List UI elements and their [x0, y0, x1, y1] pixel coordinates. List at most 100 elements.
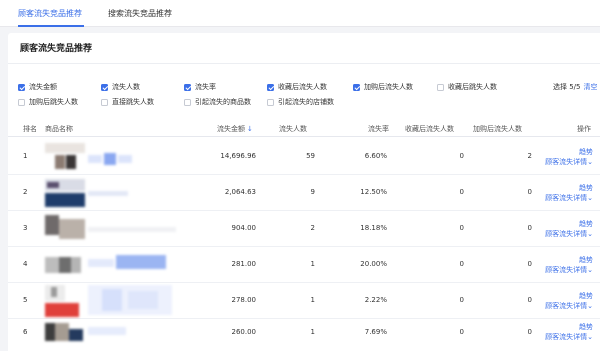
tab-bar: 顾客流失竞品推荐 搜索流失竞品推荐 — [0, 0, 600, 27]
cart-churn-cell: 0 — [527, 224, 532, 232]
trend-link[interactable]: 趋势 — [579, 255, 593, 265]
row-divider — [8, 318, 600, 319]
active-tab-indicator — [18, 25, 84, 27]
cart-churn-cell: 0 — [527, 260, 532, 268]
amount-cell: 2,064.63 — [224, 188, 256, 196]
churn-card: 顾客流失竞品推荐 流失金额 流失人数 流失率 收藏后流失人数 加购后流失人数 收… — [8, 33, 600, 351]
metric-label: 引起流失的店铺数 — [278, 98, 334, 106]
metric-label: 流失人数 — [112, 83, 140, 91]
churn-detail-dropdown[interactable]: 顾客流失详情⌄ — [545, 301, 593, 311]
fav-churn-cell: 0 — [459, 224, 464, 232]
checkbox-unchecked-icon — [101, 98, 108, 106]
fav-churn-cell: 0 — [459, 188, 464, 196]
row-divider — [8, 246, 600, 247]
clear-selection-link[interactable]: 清空 — [584, 83, 598, 91]
product-thumbnail[interactable] — [45, 215, 85, 243]
product-name-blurred[interactable] — [88, 153, 133, 165]
metric-label: 收藏后跳失人数 — [448, 83, 497, 91]
column-header-people: 流失人数 — [279, 125, 307, 133]
column-header-product: 商品名称 — [45, 125, 73, 133]
metric-label: 流失金额 — [29, 83, 57, 91]
churn-detail-dropdown[interactable]: 顾客流失详情⌄ — [545, 157, 593, 167]
churn-detail-dropdown[interactable]: 顾客流失详情⌄ — [545, 332, 593, 342]
product-thumbnail[interactable] — [45, 143, 85, 171]
selection-summary: 选择 5/5 清空 — [553, 82, 598, 92]
trend-link[interactable]: 趋势 — [579, 147, 593, 157]
row-divider — [8, 174, 600, 175]
metric-label: 加购后跳失人数 — [29, 98, 78, 106]
metric-label: 加购后流失人数 — [364, 83, 413, 91]
column-header-amount[interactable]: 流失金额 ↓ — [217, 124, 253, 134]
rank-cell: 1 — [23, 152, 28, 160]
column-header-actions: 操作 — [577, 125, 591, 133]
checkbox-checked-icon — [353, 83, 360, 91]
amount-cell: 260.00 — [231, 328, 257, 336]
checkbox-checked-icon — [267, 83, 274, 91]
people-cell: 9 — [310, 188, 315, 196]
row-divider — [8, 210, 600, 211]
product-thumbnail[interactable] — [45, 251, 85, 279]
metric-label: 引起流失的商品数 — [195, 98, 251, 106]
column-header-fav-churn: 收藏后流失人数 — [405, 125, 454, 133]
rate-cell: 6.60% — [364, 152, 387, 160]
fav-churn-cell: 0 — [459, 296, 464, 304]
metric-checkbox-fav-bounce[interactable]: 收藏后跳失人数 — [437, 82, 497, 92]
metric-label: 流失率 — [195, 83, 216, 91]
churn-detail-dropdown[interactable]: 顾客流失详情⌄ — [545, 265, 593, 275]
product-thumbnail[interactable] — [45, 179, 85, 207]
metric-checkbox-cart-bounce[interactable]: 加购后跳失人数 — [18, 97, 78, 107]
product-name-blurred[interactable] — [88, 225, 178, 235]
column-header-rank: 排名 — [23, 125, 37, 133]
checkbox-checked-icon — [101, 83, 108, 91]
checkbox-unchecked-icon — [184, 98, 191, 106]
trend-link[interactable]: 趋势 — [579, 219, 593, 229]
churn-detail-dropdown[interactable]: 顾客流失详情⌄ — [545, 193, 593, 203]
fav-churn-cell: 0 — [459, 328, 464, 336]
people-cell: 1 — [310, 260, 315, 268]
rate-cell: 18.18% — [360, 224, 387, 232]
rate-cell: 20.00% — [360, 260, 387, 268]
trend-link[interactable]: 趋势 — [579, 322, 593, 332]
cart-churn-cell: 0 — [527, 328, 532, 336]
people-cell: 59 — [306, 152, 315, 160]
metric-checkbox-churn-items[interactable]: 引起流失的商品数 — [184, 97, 251, 107]
product-name-blurred[interactable] — [88, 285, 173, 315]
trend-link[interactable]: 趋势 — [579, 291, 593, 301]
metric-checkbox-rate[interactable]: 流失率 — [184, 82, 216, 92]
checkbox-unchecked-icon — [437, 83, 444, 91]
metric-label: 直接跳失人数 — [112, 98, 154, 106]
cart-churn-cell: 2 — [527, 152, 532, 160]
metric-checkbox-people[interactable]: 流失人数 — [101, 82, 140, 92]
tab-customer-churn[interactable]: 顾客流失竞品推荐 — [18, 8, 82, 19]
sort-desc-icon: ↓ — [247, 125, 253, 133]
metric-checkbox-fav-churn[interactable]: 收藏后流失人数 — [267, 82, 327, 92]
column-header-rate: 流失率 — [368, 125, 389, 133]
people-cell: 2 — [310, 224, 315, 232]
rate-cell: 2.22% — [364, 296, 387, 304]
rank-cell: 6 — [23, 328, 28, 336]
fav-churn-cell: 0 — [459, 260, 464, 268]
rank-cell: 5 — [23, 296, 28, 304]
column-header-label: 流失金额 — [217, 125, 245, 133]
product-name-blurred[interactable] — [88, 255, 168, 269]
checkbox-unchecked-icon — [18, 98, 25, 106]
card-title: 顾客流失竞品推荐 — [20, 44, 93, 54]
product-name-blurred[interactable] — [88, 189, 133, 199]
product-thumbnail[interactable] — [45, 323, 85, 351]
metric-checkbox-amount[interactable]: 流失金额 — [18, 82, 57, 92]
metric-checkbox-churn-shops[interactable]: 引起流失的店铺数 — [267, 97, 334, 107]
amount-cell: 281.00 — [231, 260, 257, 268]
checkbox-checked-icon — [18, 83, 25, 91]
people-cell: 1 — [310, 328, 315, 336]
metric-checkbox-direct-bounce[interactable]: 直接跳失人数 — [101, 97, 154, 107]
product-name-blurred[interactable] — [88, 325, 128, 337]
product-thumbnail[interactable] — [45, 285, 85, 317]
churn-detail-dropdown[interactable]: 顾客流失详情⌄ — [545, 229, 593, 239]
trend-link[interactable]: 趋势 — [579, 183, 593, 193]
rank-cell: 4 — [23, 260, 28, 268]
tab-search-churn[interactable]: 搜索流失竞品推荐 — [108, 8, 172, 19]
metric-checkbox-cart-churn[interactable]: 加购后流失人数 — [353, 82, 413, 92]
checkbox-unchecked-icon — [267, 98, 274, 106]
rank-cell: 3 — [23, 224, 28, 232]
fav-churn-cell: 0 — [459, 152, 464, 160]
